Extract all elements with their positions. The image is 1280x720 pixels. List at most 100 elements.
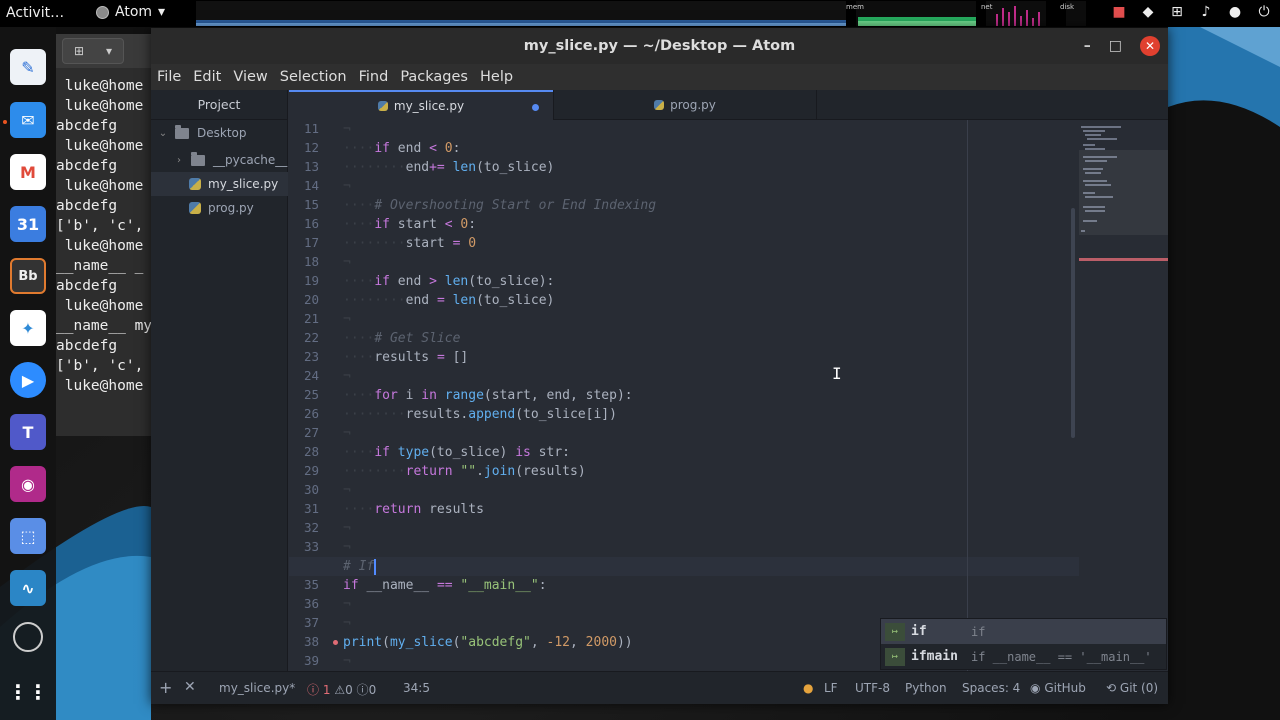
mail-icon[interactable]: ✉ [10,102,46,138]
line-number[interactable]: 35 [289,577,319,592]
app-grid-icon[interactable]: ⋮⋮ [8,674,48,710]
tab-prog[interactable]: prog.py [553,90,817,120]
line-number[interactable]: 32 [289,520,319,535]
code-line[interactable]: ¬ [343,519,351,538]
gmail-icon[interactable]: M [10,154,46,190]
tree-item-my-slice[interactable]: my_slice.py [151,172,288,196]
volume-icon[interactable]: ♪ [1198,4,1214,20]
linter-summary[interactable]: ⓘ 1 ⚠0 ⓘ0 [307,681,376,698]
system-monitor-icon[interactable]: ∿ [10,570,46,606]
menu-file[interactable]: File [151,69,187,85]
activities-button[interactable]: Activit… [6,5,64,21]
line-number[interactable]: 23 [289,349,319,364]
cursor-position[interactable]: 34:5 [403,681,430,695]
mindmap-icon[interactable]: ✦ [10,310,46,346]
tab-my-slice[interactable]: my_slice.py [289,90,553,120]
menu-view[interactable]: View [227,69,273,85]
bb-editor-icon[interactable]: Bb [10,258,46,294]
minimap[interactable] [1079,120,1168,671]
menu-help[interactable]: Help [474,69,519,85]
code-line[interactable]: ¬ [343,310,351,329]
code-line[interactable]: ····for i in range(start, end, step): [343,386,633,405]
modified-indicator[interactable] [532,104,539,111]
line-number[interactable]: 37 [289,615,319,630]
system-monitor[interactable]: mem net disk [196,0,1086,27]
line-number[interactable]: 36 [289,596,319,611]
code-line[interactable]: ····return results [343,500,484,519]
line-number[interactable]: 18 [289,254,319,269]
code-line[interactable]: ¬ [343,367,351,386]
line-number[interactable]: 22 [289,330,319,345]
screenshot-icon[interactable]: ⬚ [10,518,46,554]
code-line[interactable]: ¬ [343,538,351,557]
code-line[interactable]: ········return "".join(results) [343,462,586,481]
line-number-gutter[interactable]: 11 12 13 14 15 16 17 18 19 20 21 22 23 24 25 26 27 28 29 30… [289,120,333,671]
maximize-icon[interactable]: □ [1109,38,1122,54]
tree-root-desktop[interactable]: ⌄ Desktop [151,121,288,145]
code-line[interactable]: ····results = [] [343,348,468,367]
code-line[interactable]: ········end+= len(to_slice) [343,158,554,177]
code-line[interactable]: ····# Get Slice [343,329,460,348]
line-number[interactable]: 28 [289,444,319,459]
line-number[interactable]: 31 [289,501,319,516]
editor-scrollbar[interactable] [1071,208,1075,438]
line-number[interactable]: 29 [289,463,319,478]
power-icon[interactable]: ⏻ [1256,4,1272,20]
line-number[interactable]: 30 [289,482,319,497]
app-menu[interactable]: Atom ▾ [96,4,165,20]
network-icon[interactable]: ⊞ [1169,4,1185,20]
autocomplete-item[interactable]: ↦ if if [881,619,1166,644]
terminal-tab-controls[interactable]: ⊞ ▾ [62,38,124,64]
lint-error-marker[interactable] [333,640,338,645]
line-number[interactable]: 19 [289,273,319,288]
menu-packages[interactable]: Packages [394,69,474,85]
code-editor[interactable]: 11 12 13 14 15 16 17 18 19 20 21 22 23 24 25 26 27 28 29 30… [289,120,1079,671]
file-encoding[interactable]: UTF-8 [855,681,890,695]
line-number[interactable]: 24 [289,368,319,383]
line-ending[interactable]: LF [824,681,838,695]
code-line[interactable]: if __name__ == "__main__": [343,576,547,595]
code-line[interactable]: ········start = 0 [343,234,476,253]
github-button[interactable]: ◉ GitHub [1030,681,1086,695]
updater-icon[interactable] [13,622,43,652]
line-number[interactable]: 16 [289,216,319,231]
dropbox-icon[interactable]: ◆ [1140,4,1156,20]
minimize-icon[interactable]: – [1084,38,1091,54]
line-number[interactable]: 21 [289,311,319,326]
video-icon[interactable]: ◉ [10,466,46,502]
code-line[interactable]: ¬ [343,595,351,614]
code-line[interactable]: ····if start < 0: [343,215,476,234]
zoom-icon[interactable]: ▶ [10,362,46,398]
code-line[interactable]: ¬ [343,177,351,196]
status-file-name[interactable]: my_slice.py* [219,681,295,695]
code-line[interactable]: ····if type(to_slice) is str: [343,443,570,462]
minimap-visible-area[interactable] [1079,150,1168,235]
line-number[interactable]: 13 [289,159,319,174]
line-number[interactable]: 27 [289,425,319,440]
menu-find[interactable]: Find [353,69,395,85]
code-line[interactable]: ········results.append(to_slice[i]) [343,405,617,424]
git-button[interactable]: ⟲ Git (0) [1106,681,1158,695]
dropdown-icon[interactable]: ▾ [106,44,112,58]
line-number[interactable]: 11 [289,121,319,136]
autocomplete-item[interactable]: ↦ ifmain if __name__ == '__main__' [881,644,1166,669]
close-icon[interactable]: ✕ [1140,36,1160,56]
line-number[interactable]: 38 [289,634,319,649]
code-line[interactable]: ¬ [343,120,351,139]
code-line[interactable]: ········end = len(to_slice) [343,291,554,310]
window-titlebar[interactable]: my_slice.py — ~/Desktop — Atom – □ ✕ [151,28,1168,64]
line-number[interactable]: 17 [289,235,319,250]
indentation[interactable]: Spaces: 4 [962,681,1020,695]
code-line[interactable]: ¬ [343,481,351,500]
camera-icon[interactable]: ■ [1111,4,1127,20]
line-number[interactable]: 39 [289,653,319,668]
microphone-icon[interactable]: ● [1227,4,1243,20]
menu-selection[interactable]: Selection [274,69,353,85]
line-number[interactable]: 25 [289,387,319,402]
code-line[interactable]: ¬ [343,614,351,633]
tree-header[interactable]: Project [151,90,287,120]
line-number[interactable]: 12 [289,140,319,155]
code-line[interactable]: print(my_slice("abcdefg", -12, 2000)) [343,633,633,652]
add-icon[interactable]: + [159,678,172,697]
code-line[interactable]: ····# Overshooting Start or End Indexing [343,196,656,215]
